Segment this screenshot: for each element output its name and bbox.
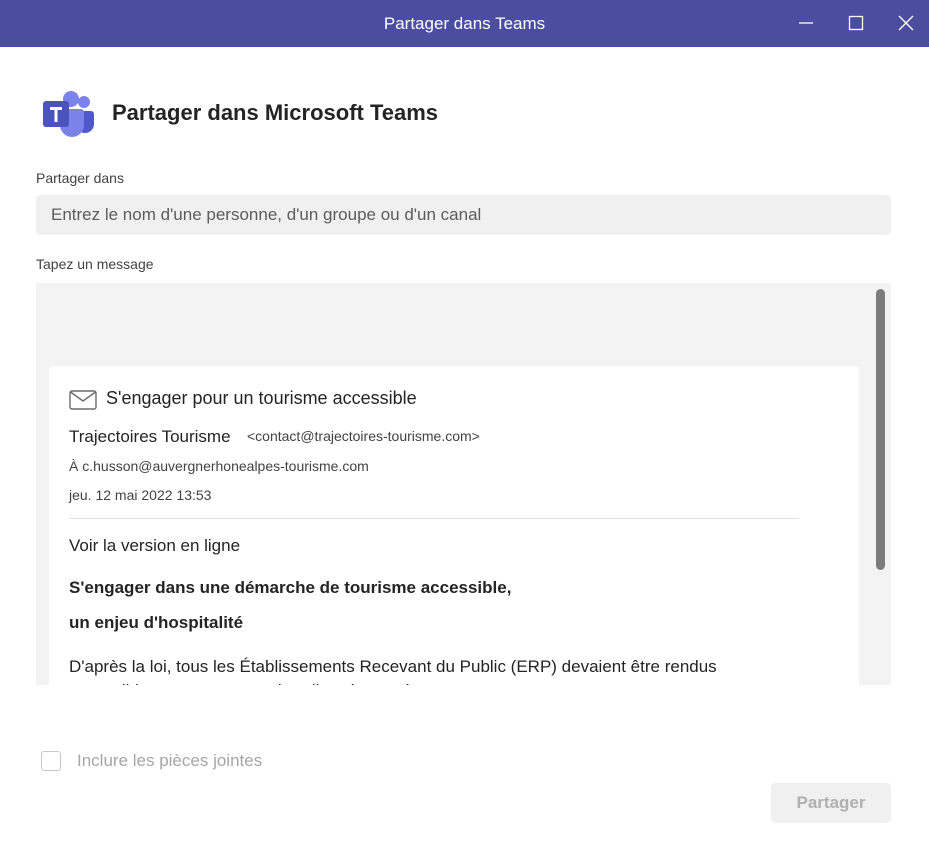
view-online-link[interactable]: Voir la version en ligne: [69, 536, 240, 556]
email-sender-address: <contact@trajectoires-tourisme.com>: [247, 428, 480, 444]
email-heading-line-2: un enjeu d'hospitalité: [69, 613, 244, 632]
mail-icon: [69, 390, 97, 410]
title-bar: Partager dans Teams: [0, 0, 929, 47]
email-recipient: À c.husson@auvergnerhonealpes-tourisme.c…: [69, 458, 369, 474]
microsoft-teams-logo-icon: [43, 91, 94, 137]
close-button[interactable]: [883, 0, 929, 47]
message-scrollbar[interactable]: [876, 289, 885, 570]
email-date: jeu. 12 mai 2022 13:53: [69, 487, 212, 503]
recipient-search-input[interactable]: [36, 195, 891, 235]
close-icon: [898, 15, 914, 31]
email-sender-name: Trajectoires Tourisme: [69, 427, 231, 446]
email-preview-card: S'engager pour un tourisme accessible Tr…: [49, 366, 859, 685]
message-compose-area[interactable]: S'engager pour un tourisme accessible Tr…: [36, 283, 891, 685]
minimize-icon: [799, 22, 813, 24]
message-label: Tapez un message: [36, 256, 154, 272]
maximize-icon: [848, 15, 864, 31]
email-subject: S'engager pour un tourisme accessible: [106, 388, 417, 408]
email-body-text: D'après la loi, tous les Établissements …: [69, 657, 717, 685]
share-button[interactable]: Partager: [771, 783, 891, 823]
include-attachments-label: Inclure les pièces jointes: [77, 751, 263, 770]
dialog-title: Partager dans Microsoft Teams: [112, 100, 439, 125]
share-to-label: Partager dans: [36, 170, 124, 186]
minimize-button[interactable]: [783, 0, 829, 47]
maximize-button[interactable]: [833, 0, 879, 47]
include-attachments-checkbox[interactable]: [41, 751, 61, 771]
email-heading-line-1: S'engager dans une démarche de tourisme …: [69, 578, 512, 597]
email-divider: [69, 518, 799, 519]
